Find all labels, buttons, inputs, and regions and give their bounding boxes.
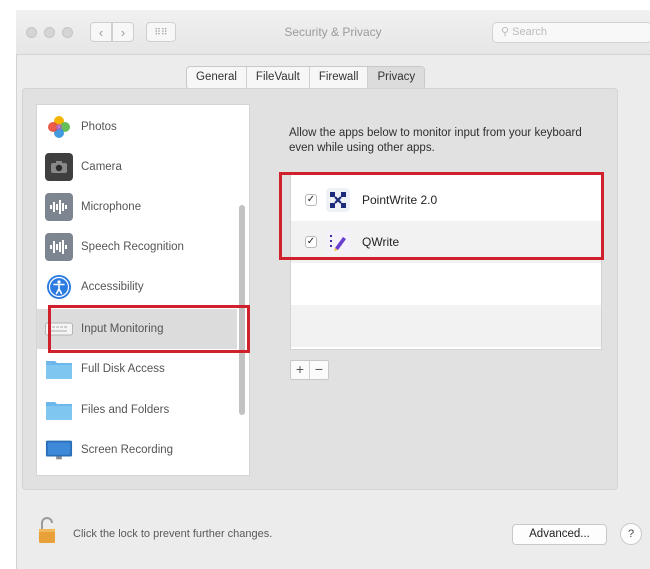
tab-firewall[interactable]: Firewall bbox=[310, 67, 369, 89]
tab-filevault[interactable]: FileVault bbox=[247, 67, 310, 89]
input-monitoring-description: Allow the apps below to monitor input fr… bbox=[289, 127, 582, 154]
folder-icon bbox=[45, 396, 73, 424]
sidebar-item-full-disk-access[interactable]: Full Disk Access bbox=[37, 349, 237, 389]
accessibility-icon bbox=[45, 273, 73, 301]
lock-icon[interactable] bbox=[36, 515, 58, 548]
photos-icon bbox=[45, 113, 73, 141]
camera-icon bbox=[45, 153, 73, 181]
tab-bar: General FileVault Firewall Privacy bbox=[186, 66, 426, 90]
tab-privacy[interactable]: Privacy bbox=[368, 67, 425, 89]
sidebar-item-label: Accessibility bbox=[81, 281, 144, 293]
search-placeholder: Search bbox=[512, 26, 547, 38]
sidebar-item-screen-recording[interactable]: Screen Recording bbox=[37, 430, 237, 470]
sidebar-item-label: Full Disk Access bbox=[81, 363, 165, 375]
highlight-app-list bbox=[279, 172, 604, 260]
remove-app-button[interactable]: − bbox=[309, 361, 328, 379]
app-row-empty bbox=[291, 305, 601, 347]
sidebar-item-label: Photos bbox=[81, 121, 117, 133]
search-icon: ⚲ bbox=[501, 26, 510, 38]
sidebar-item-label: Screen Recording bbox=[81, 444, 174, 456]
app-row-empty bbox=[291, 263, 601, 305]
tab-general[interactable]: General bbox=[187, 67, 247, 89]
advanced-button[interactable]: Advanced... bbox=[512, 524, 607, 545]
sidebar-item-photos[interactable]: Photos bbox=[37, 107, 237, 147]
lock-status-text: Click the lock to prevent further change… bbox=[73, 528, 273, 540]
folder-icon bbox=[45, 355, 73, 383]
privacy-category-list: Photos Camera Microphone Speech Recognit… bbox=[36, 104, 250, 476]
add-remove-control: + − bbox=[290, 360, 329, 380]
sidebar-item-label: Microphone bbox=[81, 201, 142, 213]
highlight-input-monitoring bbox=[48, 305, 250, 353]
sidebar-item-microphone[interactable]: Microphone bbox=[37, 187, 237, 227]
help-button[interactable]: ? bbox=[620, 523, 642, 545]
display-icon bbox=[45, 436, 73, 464]
search-field[interactable]: ⚲ Search bbox=[492, 22, 650, 43]
sidebar-item-label: Speech Recognition bbox=[81, 241, 184, 253]
sidebar-item-speech-recognition[interactable]: Speech Recognition bbox=[37, 227, 237, 267]
title-bar: ‹ › ⠿⠿ Security & Privacy ⚲ Search bbox=[16, 10, 650, 55]
sidebar-item-label: Camera bbox=[81, 161, 122, 173]
speech-recognition-icon bbox=[45, 233, 73, 261]
sidebar-item-files-and-folders[interactable]: Files and Folders bbox=[37, 390, 237, 430]
sidebar-item-label: Files and Folders bbox=[81, 404, 170, 416]
add-app-button[interactable]: + bbox=[291, 361, 309, 379]
sidebar-item-camera[interactable]: Camera bbox=[37, 147, 237, 187]
microphone-icon bbox=[45, 193, 73, 221]
sidebar-item-accessibility[interactable]: Accessibility bbox=[37, 267, 237, 307]
